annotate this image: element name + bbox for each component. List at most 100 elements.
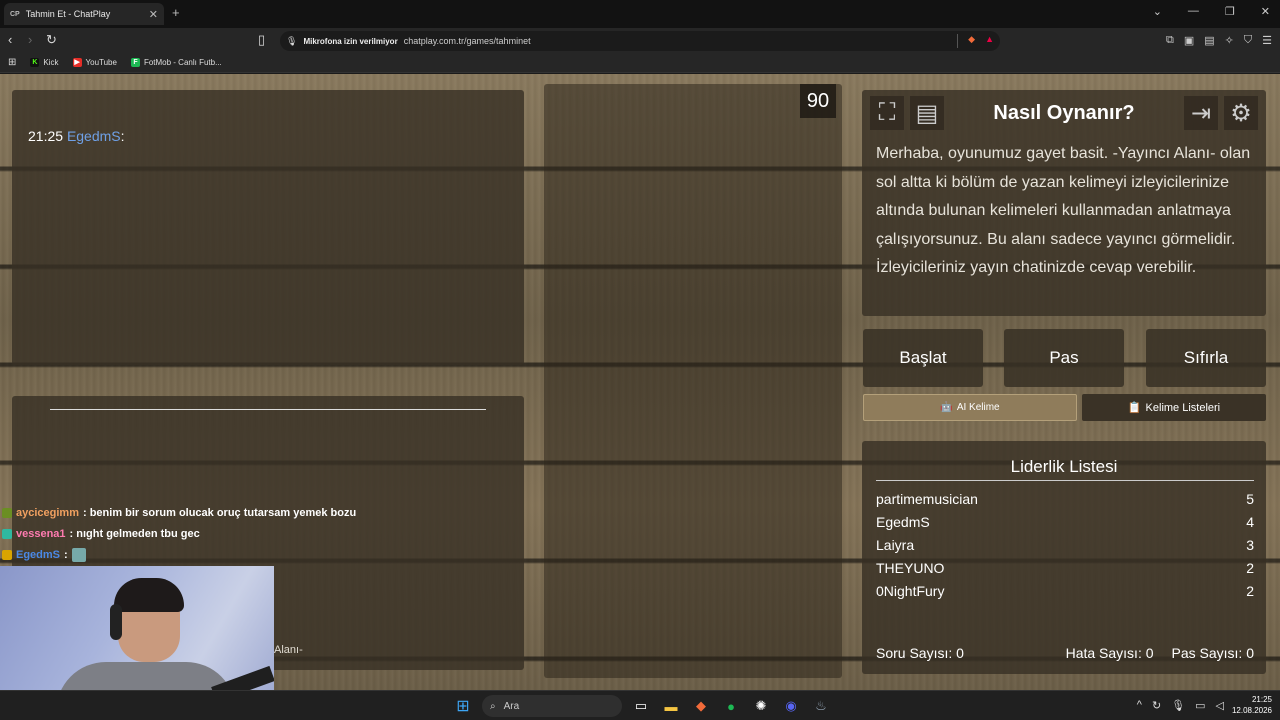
- extensions-icon[interactable]: ⧉: [1166, 34, 1174, 47]
- headphone-icon: [110, 604, 122, 640]
- chat-display-panel: 21:25 EgedmS:: [12, 90, 524, 365]
- game-stats: Soru Sayısı: 0 Hata Sayısı: 0 Pas Sayısı…: [876, 645, 1254, 661]
- task-view-icon[interactable]: ▭: [630, 695, 652, 717]
- menu-icon[interactable]: ☰: [1262, 34, 1272, 47]
- taskbar-search[interactable]: ⌕ Ara: [482, 695, 622, 717]
- sidebar-icon[interactable]: ▣: [1184, 34, 1194, 47]
- brave-rewards-icon[interactable]: ▲: [985, 34, 994, 48]
- window-controls: ⌄ — ❐ ✕: [1153, 5, 1270, 18]
- chat-username: EgedmS: [16, 548, 61, 561]
- windows-taskbar: ⊞ ⌕ Ara ▭ ▬ ◆ ● ✺ ◉ ♨ ^ ↻ 🎙 ▭ ◁ 21:25 12…: [0, 690, 1280, 720]
- brave-browser-icon[interactable]: ◆: [690, 695, 712, 717]
- logout-icon[interactable]: ⇥: [1184, 96, 1218, 130]
- maximize-icon[interactable]: ❐: [1225, 5, 1235, 18]
- toolbar-right-icons: ⧉ ▣ ▤ ✧ ⛉ ☰: [1166, 34, 1272, 47]
- url-text[interactable]: chatplay.com.tr/games/tahminet: [404, 36, 531, 46]
- streamer-hair: [114, 578, 184, 612]
- leaderboard-row: EgedmS 4: [876, 510, 1254, 533]
- chat-text: :: [64, 548, 68, 561]
- sync-icon[interactable]: ↻: [1152, 699, 1161, 712]
- tab-search-icon[interactable]: ⌄: [1153, 5, 1162, 18]
- leaderboard-row: THEYUNO 2: [876, 556, 1254, 579]
- start-button[interactable]: Başlat: [863, 329, 983, 387]
- steam-icon[interactable]: ♨: [810, 695, 832, 717]
- pass-button[interactable]: Pas: [1004, 329, 1124, 387]
- network-icon[interactable]: ▭: [1195, 699, 1205, 712]
- player-score: 4: [1246, 513, 1254, 530]
- clock-time: 21:25: [1251, 695, 1272, 704]
- kick-icon: K: [30, 58, 40, 67]
- apps-grid-icon[interactable]: ⊞: [8, 57, 16, 68]
- brave-shield-icon[interactable]: ◆: [968, 34, 975, 48]
- chat-text: : benim bir sorum olucak oruç tutarsam y…: [82, 506, 357, 519]
- player-name: EgedmS: [876, 513, 930, 530]
- tray-expand-icon[interactable]: ^: [1137, 699, 1142, 712]
- mic-blocked-icon[interactable]: 🎙: [286, 36, 297, 47]
- bookmark-label: YouTube: [85, 58, 117, 67]
- close-tab-icon[interactable]: ✕: [149, 8, 158, 21]
- system-tray: ^ ↻ 🎙 ▭ ◁: [1137, 699, 1224, 712]
- emote-icon: [71, 547, 86, 562]
- new-tab-button[interactable]: +: [172, 5, 180, 20]
- bookmark-icon[interactable]: ▯: [258, 32, 265, 48]
- chat-text: : nıght gelmeden tbu gec: [69, 527, 200, 540]
- notes-icon[interactable]: ▤: [910, 96, 944, 130]
- minimize-icon[interactable]: —: [1188, 5, 1199, 18]
- browser-tab[interactable]: CP Tahmin Et - ChatPlay ✕: [4, 3, 164, 25]
- chatgpt-icon[interactable]: ✺: [750, 695, 772, 717]
- file-explorer-icon[interactable]: ▬: [660, 695, 682, 717]
- pass-count: Pas Sayısı: 0: [1171, 645, 1254, 661]
- chat-entry: 21:25 EgedmS:: [28, 128, 125, 144]
- spotify-icon[interactable]: ●: [720, 695, 742, 717]
- player-name: Laiyra: [876, 536, 915, 553]
- bookmarks-bar: ⊞ K Kick ▶ YouTube F FotMob - Canlı Futb…: [0, 53, 1280, 73]
- vpn-icon[interactable]: ⛉: [1244, 34, 1252, 47]
- taskbar-clock[interactable]: 21:25 12.08.2026: [1232, 694, 1272, 716]
- tab-title: Tahmin Et - ChatPlay: [25, 9, 111, 19]
- chat-time: 21:25: [28, 128, 64, 144]
- divider: [50, 409, 486, 410]
- user-badge-icon: [2, 528, 12, 539]
- user-badge-icon: [2, 507, 12, 518]
- how-to-play-title: Nasıl Oynanır?: [993, 102, 1135, 124]
- mic-tray-icon[interactable]: 🎙: [1171, 699, 1185, 712]
- bookmark-fotmob[interactable]: F FotMob - Canlı Futb...: [130, 58, 222, 67]
- ai-word-button[interactable]: 🤖 AI Kelime: [863, 394, 1077, 421]
- reload-icon[interactable]: ↻: [46, 32, 57, 48]
- discord-icon[interactable]: ◉: [780, 695, 802, 717]
- mic-permission-label[interactable]: Mikrofona izin verilmiyor: [303, 37, 397, 46]
- stream-chat-message: EgedmS :: [2, 544, 356, 565]
- leo-ai-icon[interactable]: ✧: [1225, 34, 1234, 47]
- chatplay-favicon-icon: CP: [10, 10, 20, 18]
- search-icon: ⌕: [490, 700, 496, 712]
- leaderboard-panel: Liderlik Listesi partimemusician 5 EgedmS…: [862, 441, 1266, 674]
- list-icon: 📋: [1127, 402, 1142, 414]
- divider: [876, 480, 1254, 481]
- windows-start-icon[interactable]: ⊞: [452, 695, 474, 717]
- bookmark-youtube[interactable]: ▶ YouTube: [72, 58, 117, 67]
- chat-username: EgedmS: [66, 128, 121, 144]
- leaderboard-row: partimemusician 5: [876, 487, 1254, 510]
- player-score: 5: [1246, 490, 1254, 507]
- player-score: 2: [1246, 559, 1254, 576]
- game-center-panel: [544, 84, 842, 678]
- word-lists-label: Kelime Listeleri: [1145, 401, 1221, 414]
- bookmark-kick[interactable]: K Kick: [30, 58, 59, 67]
- fullscreen-icon[interactable]: ⛶: [870, 96, 904, 130]
- reset-button[interactable]: Sıfırla: [1146, 329, 1266, 387]
- question-count: Soru Sayısı: 0: [876, 645, 964, 661]
- taskbar-apps: ⊞ ⌕ Ara ▭ ▬ ◆ ● ✺ ◉ ♨: [452, 695, 832, 717]
- fotmob-icon: F: [130, 58, 140, 67]
- volume-icon[interactable]: ◁: [1216, 699, 1224, 712]
- forward-icon[interactable]: ›: [28, 32, 32, 47]
- wallet-icon[interactable]: ▤: [1204, 34, 1214, 47]
- word-lists-button[interactable]: 📋 Kelime Listeleri: [1082, 394, 1266, 421]
- stream-chat-message: aycicegimm : benim bir sorum olucak oruç…: [2, 502, 356, 523]
- address-bar[interactable]: 🎙 Mikrofona izin verilmiyor chatplay.com…: [280, 31, 1000, 51]
- settings-gear-icon[interactable]: ⚙: [1224, 96, 1258, 130]
- player-name: partimemusician: [876, 490, 978, 507]
- close-window-icon[interactable]: ✕: [1261, 5, 1270, 18]
- clock-date: 12.08.2026: [1231, 706, 1272, 715]
- back-icon[interactable]: ‹: [8, 32, 12, 47]
- player-score: 3: [1246, 536, 1254, 553]
